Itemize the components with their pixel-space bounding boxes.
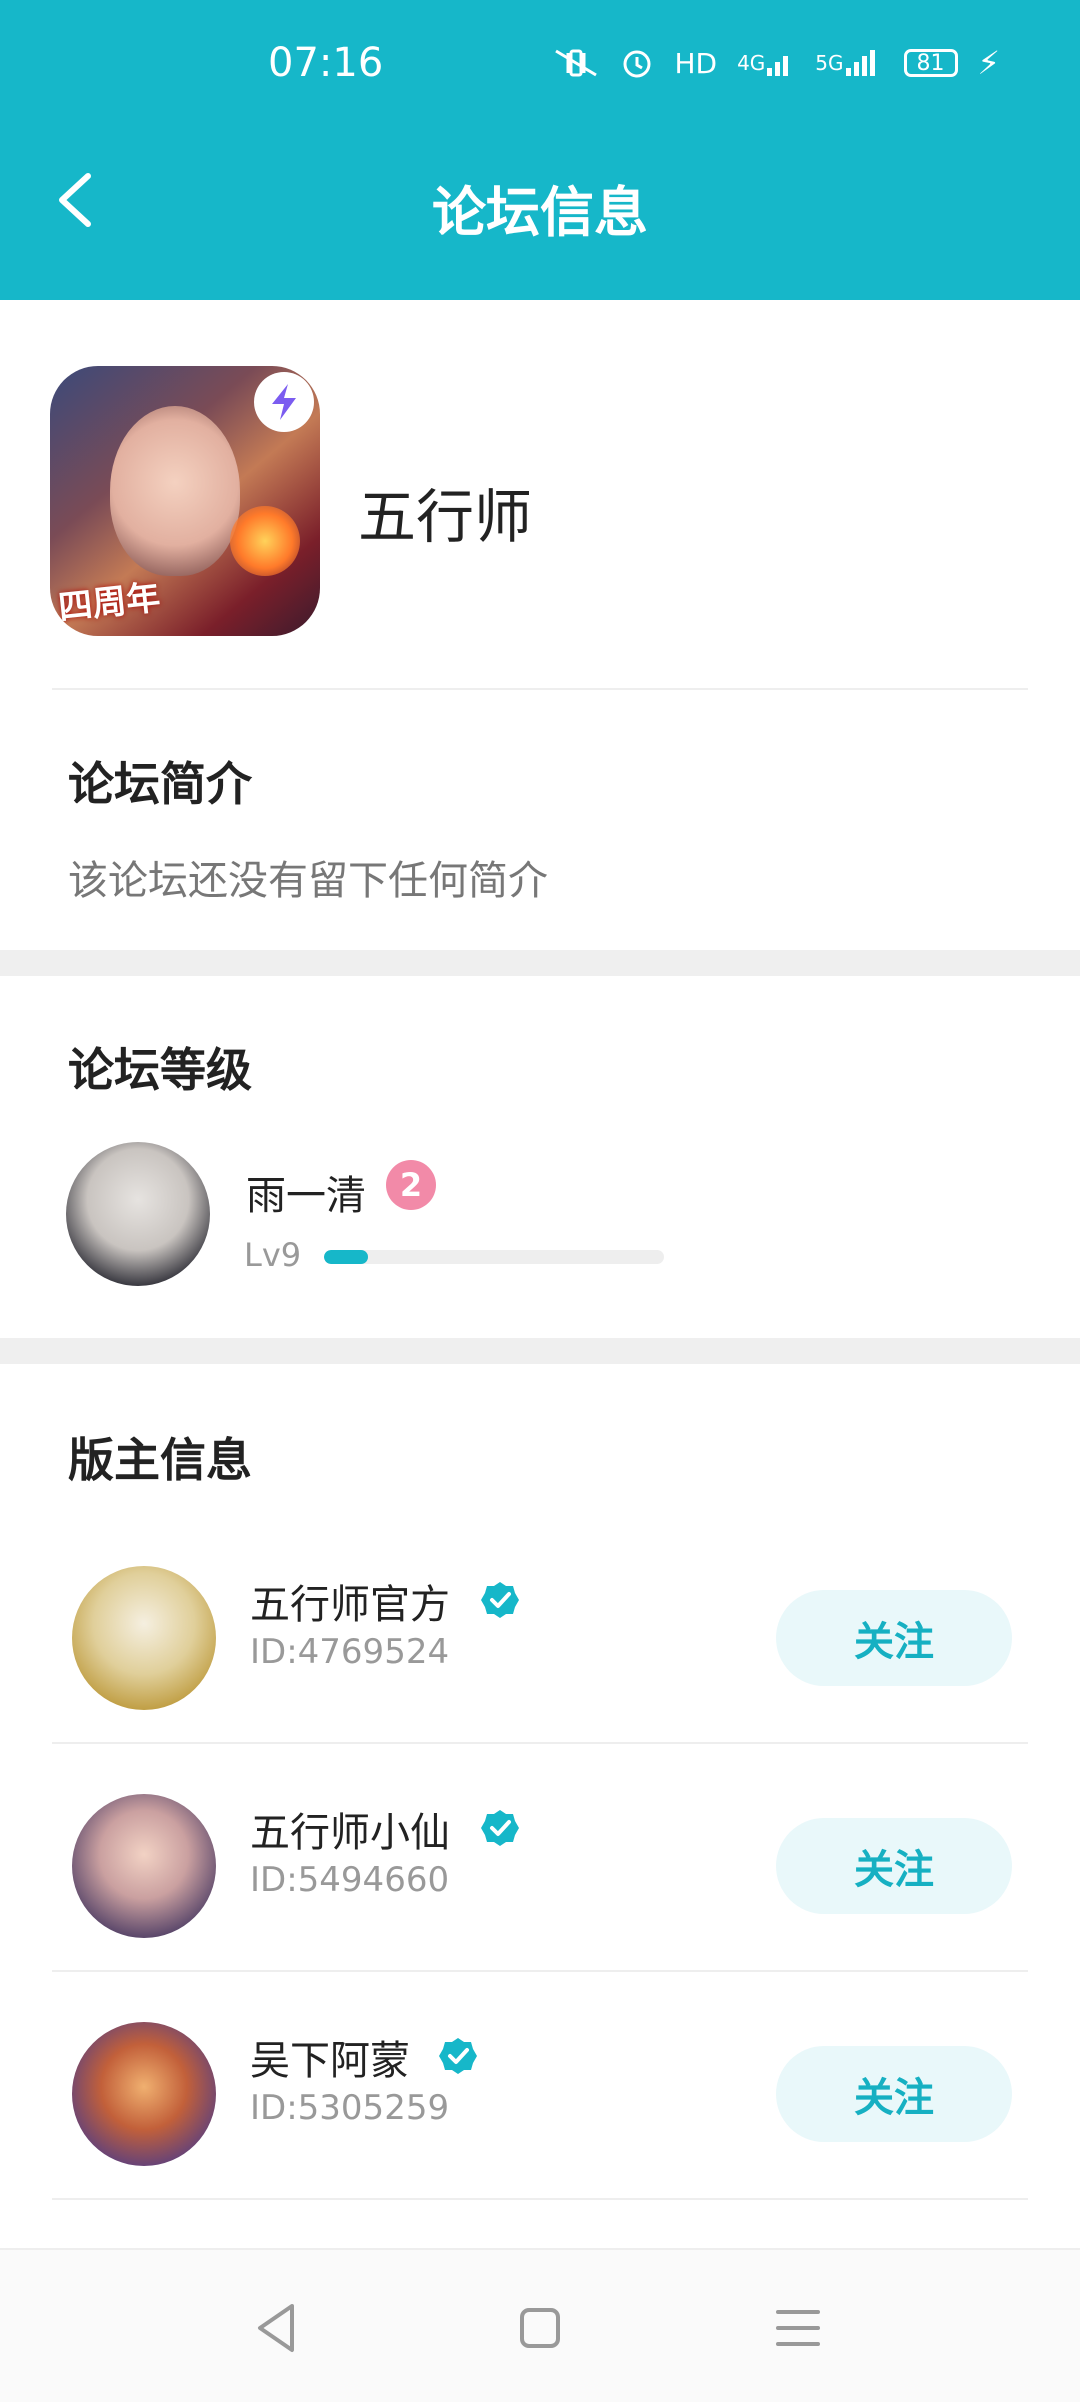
signal-4g-icon: 4G	[737, 48, 795, 78]
hd-indicator: HD	[674, 46, 718, 80]
level-progress-fill	[324, 1250, 369, 1264]
signal-5g-label: 5G	[815, 51, 844, 75]
system-nav-bar	[0, 2248, 1080, 2402]
divider	[52, 1742, 1028, 1744]
intro-title: 论坛简介	[68, 757, 252, 811]
level-label: Lv9	[244, 1236, 302, 1274]
list-item[interactable]: 五行师小仙 ID:5494660 关注	[0, 1750, 1080, 1978]
back-triangle-icon[interactable]	[248, 2298, 308, 2358]
forum-header: 四周年 五行师	[0, 300, 1080, 690]
signal-4g-label: 4G	[737, 51, 766, 75]
moderator-id: ID:4769524	[250, 1632, 450, 1672]
avatar[interactable]	[66, 1142, 210, 1286]
charging-icon: ⚡	[977, 44, 1000, 82]
moderator-name: 五行师小仙	[250, 1810, 450, 1856]
level-progress-bar	[324, 1250, 664, 1264]
mute-vibrate-icon	[552, 47, 600, 79]
level-badge: 2	[386, 1160, 436, 1210]
follow-button[interactable]: 关注	[776, 2046, 1012, 2142]
icon-anniversary-banner: 四周年	[56, 577, 163, 629]
section-separator	[0, 1338, 1080, 1364]
moderators-title: 版主信息	[68, 1433, 252, 1487]
intro-text: 该论坛还没有留下任何简介	[68, 858, 548, 904]
verified-icon	[481, 1810, 519, 1846]
moderator-id: ID:5494660	[250, 1860, 450, 1900]
divider	[52, 2198, 1028, 2200]
home-square-icon[interactable]	[510, 2298, 570, 2358]
avatar[interactable]	[72, 1794, 216, 1938]
battery-indicator: 81	[903, 49, 958, 77]
menu-lines-icon[interactable]	[768, 2298, 828, 2358]
forum-name: 五行师	[358, 483, 533, 551]
icon-character-art	[110, 406, 240, 576]
moderator-name: 吴下阿蒙	[250, 2038, 410, 2084]
avatar[interactable]	[72, 2022, 216, 2166]
lightning-badge-icon	[254, 372, 314, 432]
level-title: 论坛等级	[68, 1043, 252, 1097]
list-item[interactable]: 五行师官方 ID:4769524 关注	[0, 1522, 1080, 1750]
verified-icon	[481, 1582, 519, 1618]
icon-glow-art	[230, 506, 300, 576]
list-item[interactable]: 吴下阿蒙 ID:5305259 关注	[0, 1978, 1080, 2206]
app-header: 07:16 HD 4G 5G 81 ⚡ 论坛信息	[0, 0, 1080, 300]
moderator-id: ID:5305259	[250, 2088, 450, 2128]
page-title: 论坛信息	[432, 181, 648, 244]
divider	[52, 688, 1028, 690]
section-separator	[0, 950, 1080, 976]
status-icons: HD 4G 5G 81 ⚡	[552, 44, 1000, 82]
follow-button[interactable]: 关注	[776, 1818, 1012, 1914]
verified-icon	[439, 2038, 477, 2074]
moderator-name: 五行师官方	[250, 1582, 450, 1628]
divider	[52, 1970, 1028, 1972]
alarm-icon	[620, 46, 654, 80]
follow-button[interactable]: 关注	[776, 1590, 1012, 1686]
level-user-name: 雨一清	[246, 1173, 366, 1219]
avatar[interactable]	[72, 1566, 216, 1710]
status-bar: 07:16 HD 4G 5G 81 ⚡	[0, 0, 1080, 135]
signal-5g-icon: 5G	[815, 48, 883, 78]
forum-app-icon: 四周年	[50, 366, 320, 636]
status-time: 07:16	[268, 40, 384, 86]
